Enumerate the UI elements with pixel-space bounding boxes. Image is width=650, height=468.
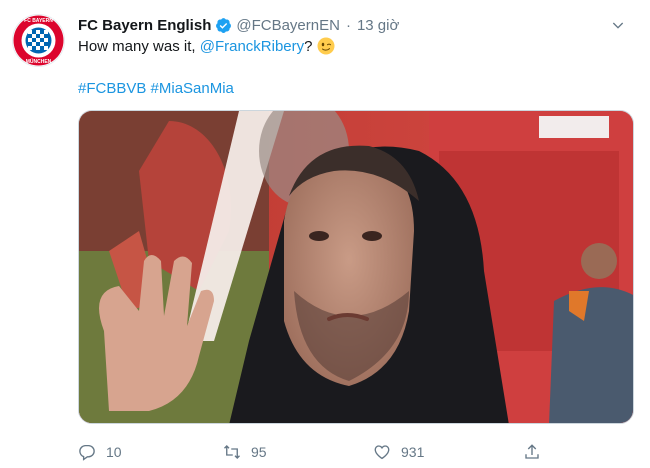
retweet-icon xyxy=(224,445,240,459)
like-count: 931 xyxy=(401,444,425,460)
selfie-photo-image xyxy=(79,111,633,423)
svg-text:FC BAYERN: FC BAYERN xyxy=(24,18,53,24)
tweet-text-prefix: How many was it, xyxy=(78,37,196,55)
mention-link[interactable]: @FranckRibery xyxy=(200,38,304,55)
reply-icon xyxy=(79,444,95,461)
tweet-text: How many was it, @FranckRibery? xyxy=(78,37,335,55)
winking-face-emoji xyxy=(317,37,335,55)
retweet-button[interactable]: 95 xyxy=(223,440,267,464)
share-button[interactable] xyxy=(523,440,551,464)
timestamp[interactable]: 13 giờ xyxy=(357,17,399,34)
share-icon xyxy=(525,444,539,459)
like-button[interactable]: 931 xyxy=(373,440,424,464)
reply-button[interactable]: 10 xyxy=(78,440,122,464)
action-bar: 10 95 931 xyxy=(78,440,548,464)
reply-count: 10 xyxy=(106,444,122,460)
avatar[interactable]: FC BAYERN MÜNCHEN xyxy=(12,14,65,67)
heart-icon xyxy=(374,445,390,460)
display-name[interactable]: FC Bayern English xyxy=(78,17,211,34)
hashtags[interactable]: #FCBBVB #MiaSanMia xyxy=(78,80,234,97)
separator-dot: · xyxy=(345,16,351,34)
retweet-count: 95 xyxy=(251,444,267,460)
chevron-down-icon[interactable] xyxy=(610,17,626,33)
verified-badge-icon xyxy=(216,17,232,33)
svg-text:MÜNCHEN: MÜNCHEN xyxy=(26,58,52,65)
tweet-photo[interactable] xyxy=(78,110,634,424)
tweet-header: FC Bayern English @FCBayernEN · 13 giờ xyxy=(78,14,630,36)
tweet-text-suffix: ? xyxy=(304,37,313,55)
fc-bayern-logo-icon: FC BAYERN MÜNCHEN xyxy=(13,15,64,66)
handle[interactable]: @FCBayernEN xyxy=(236,17,340,34)
